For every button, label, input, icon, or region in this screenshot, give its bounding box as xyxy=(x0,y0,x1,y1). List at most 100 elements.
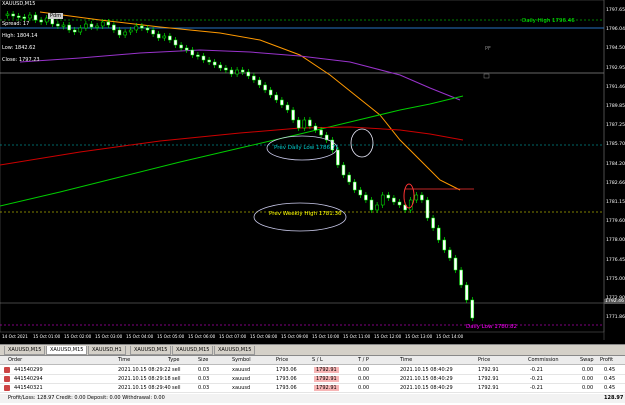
top-panel-label[interactable]: Pdm xyxy=(48,13,64,19)
column-header[interactable]: T / P xyxy=(358,357,369,363)
candle-body xyxy=(375,204,379,211)
candle-body xyxy=(106,21,111,26)
cell-tp: 0.00 xyxy=(358,376,370,382)
candle-body xyxy=(392,197,396,203)
chart-tab[interactable]: XAUUSD,M15 xyxy=(172,346,214,355)
candle-body xyxy=(218,64,223,69)
column-header[interactable]: Swap xyxy=(580,357,594,363)
candle-body xyxy=(162,35,167,39)
high-info: High: 1804.14 xyxy=(2,33,38,39)
candle-body xyxy=(33,14,38,21)
cell-cprice: 1792.91 xyxy=(478,376,499,382)
candle-body xyxy=(464,284,469,301)
cell-cprice: 1792.91 xyxy=(478,385,499,391)
candle-body xyxy=(408,199,413,211)
time-tick: 15 Oct 13:00 xyxy=(405,334,433,339)
cell-size: 0.03 xyxy=(198,367,210,373)
candle-body xyxy=(134,25,139,31)
candle-body xyxy=(128,29,133,33)
price-tick: 1776.45 xyxy=(606,257,625,263)
cell-commission: -0.21 xyxy=(530,385,543,391)
column-header[interactable]: Time xyxy=(400,357,412,363)
prev-weekly-high-ellipse xyxy=(253,202,347,232)
cell-symbol: xauusd xyxy=(232,376,251,382)
chart-tab[interactable]: XAUUSD,M15 xyxy=(214,346,256,355)
column-header[interactable]: Time xyxy=(118,357,130,363)
candle-body xyxy=(179,44,183,49)
candle-body xyxy=(117,29,122,36)
candle-body xyxy=(78,27,83,33)
time-tick: 15 Oct 01:00 xyxy=(33,334,61,339)
cell-tp: 0.00 xyxy=(358,385,370,391)
candle-body xyxy=(173,39,178,46)
column-header[interactable]: Commission xyxy=(528,357,559,363)
candle-body xyxy=(257,79,262,86)
price-tick: 1789.85 xyxy=(606,104,625,109)
column-header[interactable]: Price xyxy=(478,357,490,363)
cell-tp: 0.00 xyxy=(358,367,370,373)
column-header[interactable]: S / L xyxy=(312,357,323,363)
small-marker-2 xyxy=(483,73,490,79)
chart-frame xyxy=(0,0,605,333)
candle-body xyxy=(274,94,279,101)
chart-canvas: PF xyxy=(0,0,605,340)
chart-tab[interactable]: XAUUSD,H1 xyxy=(88,346,126,355)
chart-tab[interactable]: XAUUSD,M15 xyxy=(4,346,46,355)
cell-swap: 0.00 xyxy=(582,376,594,382)
price-tick: 1792.95 xyxy=(606,65,625,71)
column-header[interactable]: Symbol xyxy=(232,357,251,363)
candle-body xyxy=(341,164,346,176)
candle-body xyxy=(28,14,32,19)
column-header[interactable]: Order xyxy=(8,357,22,363)
trade-terminal: Order Time Type Size Symbol Price S / L T / P Ti… xyxy=(0,355,625,405)
candle-body xyxy=(212,61,217,66)
cell-price: 1793.06 xyxy=(276,376,297,382)
candle-body xyxy=(252,75,256,81)
ma-orange xyxy=(39,11,461,191)
column-header[interactable]: Profit xyxy=(600,357,613,363)
table-row[interactable]: 441540321 2021.10.15 08:29:40 sell 0.03 xauu… xyxy=(0,384,625,393)
daily-high-label: Daily High 1796.46 xyxy=(522,18,575,24)
cell-symbol: xauusd xyxy=(232,367,251,373)
cell-cprice: 1792.91 xyxy=(478,367,499,373)
candle-body xyxy=(39,19,43,23)
cell-price: 1793.06 xyxy=(276,385,297,391)
price-tick: 1775.00 xyxy=(606,276,625,282)
cell-size: 0.03 xyxy=(198,385,210,391)
candle-body xyxy=(425,199,430,219)
column-header[interactable]: Size xyxy=(198,357,208,363)
time-tick: 15 Oct 04:00 xyxy=(126,334,154,339)
candle-body xyxy=(140,25,144,29)
candle-body xyxy=(313,125,318,131)
account-summary: Profit/Loss: 128.97 Credit: 0.00 Deposit… xyxy=(0,394,625,403)
table-row[interactable]: 441540294 2021.10.15 08:29:18 sell 0.03 xauu… xyxy=(0,375,625,384)
candle-body xyxy=(207,59,211,63)
table-row[interactable]: 441540299 2021.10.15 08:29:22 sell 0.03 xauu… xyxy=(0,366,625,375)
time-tick: 15 Oct 05:00 xyxy=(157,334,185,339)
time-tick: 15 Oct 02:00 xyxy=(64,334,92,339)
candle-body xyxy=(453,257,458,271)
column-header[interactable]: Price xyxy=(276,357,288,363)
candle-body xyxy=(268,89,273,96)
price-chart[interactable]: PF XAUUSD,M15 Pdm Spread: 17 High: 1804.… xyxy=(0,0,625,340)
candle-body xyxy=(347,174,351,183)
low-info: Low: 1842.62 xyxy=(2,45,36,51)
cell-ctime: 2021.10.15 08:40:29 xyxy=(400,376,453,382)
ma-purple xyxy=(19,49,461,101)
price-tick: 1794.50 xyxy=(606,46,625,52)
cell-type: sell xyxy=(172,376,181,382)
chart-tab[interactable]: XAUUSD,M15 xyxy=(130,346,172,355)
chart-tab[interactable]: XAUUSD,M15 xyxy=(46,346,88,355)
cell-symbol: xauusd xyxy=(232,385,251,391)
spread-info: Spread: 17 xyxy=(2,21,30,27)
time-tick: 15 Oct 14:00 xyxy=(436,334,464,339)
candle-body xyxy=(280,99,284,106)
cell-commission: -0.21 xyxy=(530,367,543,373)
candle-body xyxy=(123,31,127,36)
candle-body xyxy=(201,55,206,61)
candle-body xyxy=(11,13,15,17)
candle-body xyxy=(319,129,323,136)
column-header[interactable]: Type xyxy=(168,357,179,363)
candle-body xyxy=(302,119,307,129)
candle-body xyxy=(291,109,295,121)
